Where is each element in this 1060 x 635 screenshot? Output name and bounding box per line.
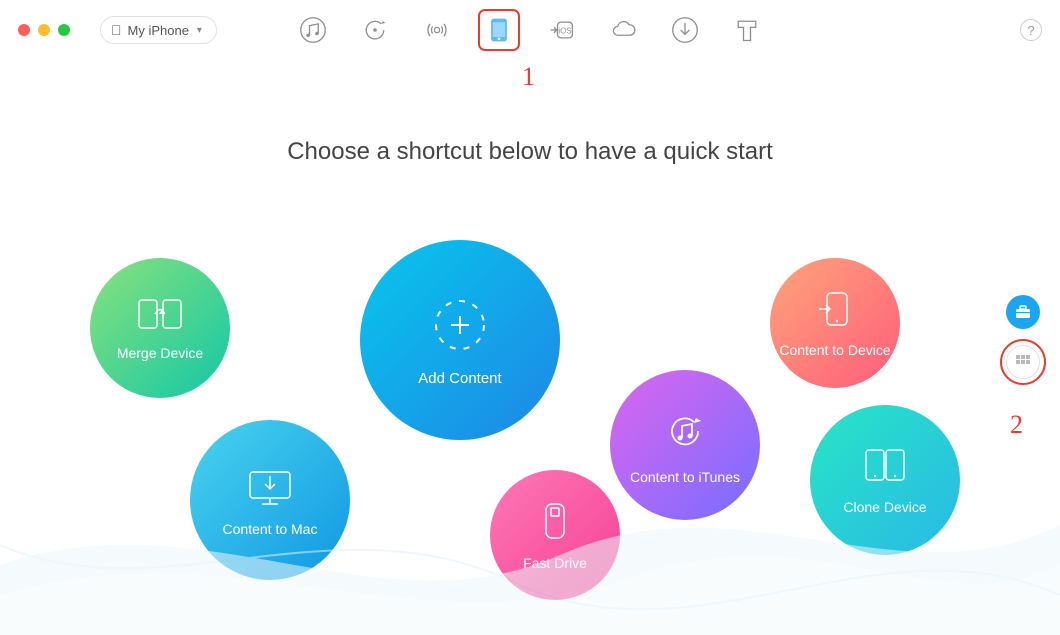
device-name: My iPhone: [128, 23, 189, 38]
merge-device-icon: [137, 296, 183, 335]
toolbox-button[interactable]: [1006, 295, 1040, 329]
nav-air-backup[interactable]: [419, 12, 455, 48]
device-selector[interactable]:  My iPhone ▾: [100, 16, 217, 44]
page-title: Choose a shortcut below to have a quick …: [0, 138, 1060, 166]
annotation-1: 1: [522, 62, 535, 92]
shortcut-label: Content to Device: [779, 342, 890, 358]
annotation-2: 2: [1010, 410, 1023, 440]
shortcut-label: Content to Mac: [223, 521, 318, 537]
shortcut-add-content[interactable]: Add Content: [360, 240, 560, 440]
help-button[interactable]: ?: [1020, 19, 1042, 41]
nav-to-ios[interactable]: iOS: [543, 12, 579, 48]
nav-ringtone[interactable]: [729, 12, 765, 48]
shortcut-content-to-itunes[interactable]: Content to iTunes: [610, 370, 760, 520]
nav-icloud[interactable]: [605, 12, 641, 48]
shortcut-fast-drive[interactable]: Fast Drive: [490, 470, 620, 600]
content-to-itunes-icon: [660, 406, 710, 459]
close-button[interactable]: [18, 24, 30, 36]
shortcut-merge-device[interactable]: Merge Device: [90, 258, 230, 398]
grid-icon: [1015, 354, 1031, 370]
nav-itunes-backup[interactable]: [357, 12, 393, 48]
shortcut-content-to-device[interactable]: Content to Device: [770, 258, 900, 388]
shortcut-clone-device[interactable]: Clone Device: [810, 405, 960, 555]
nav-device-manager[interactable]: [481, 12, 517, 48]
shortcut-label: Clone Device: [843, 499, 926, 515]
toolbox-icon: [1014, 303, 1032, 321]
content-to-mac-icon: [244, 464, 296, 511]
nav-download[interactable]: [667, 12, 703, 48]
nav-itunes-library[interactable]: [295, 12, 331, 48]
category-view-button[interactable]: [1006, 345, 1040, 379]
chevron-down-icon: ▾: [197, 25, 202, 36]
minimize-button[interactable]: [38, 24, 50, 36]
svg-text:iOS: iOS: [558, 27, 571, 36]
shortcut-label: Fast Drive: [523, 555, 587, 571]
add-content-icon: [428, 293, 492, 360]
clone-device-icon: [862, 446, 908, 489]
titlebar:  My iPhone ▾: [0, 0, 1060, 60]
apple-icon: : [111, 23, 122, 37]
maximize-button[interactable]: [58, 24, 70, 36]
side-actions: [1006, 295, 1040, 379]
fast-drive-icon: [540, 500, 570, 545]
shortcut-bubbles: Merge Device Add Content Content to Devi…: [40, 240, 970, 620]
content-to-device-icon: [815, 289, 855, 332]
shortcut-label: Content to iTunes: [630, 469, 740, 485]
window-controls: [18, 24, 70, 36]
shortcut-content-to-mac[interactable]: Content to Mac: [190, 420, 350, 580]
shortcut-label: Add Content: [418, 370, 501, 387]
shortcut-label: Merge Device: [117, 345, 203, 361]
help-label: ?: [1027, 23, 1034, 38]
